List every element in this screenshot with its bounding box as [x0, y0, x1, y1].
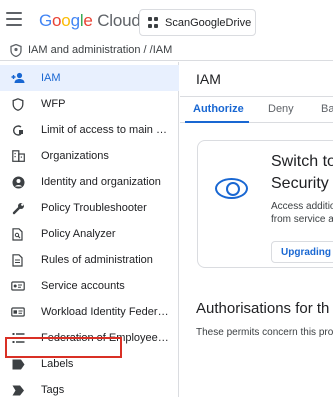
section-text: These permits concern this pro	[196, 327, 333, 338]
sidebar: IAM WFP Limit of access to main a... Org…	[0, 62, 179, 397]
logo-suffix: Cloud	[97, 11, 141, 30]
add-person-icon	[11, 71, 25, 85]
logo-letter: o	[61, 11, 71, 30]
sidebar-item-label: Labels	[41, 358, 74, 370]
sidebar-item-label: Organizations	[41, 150, 109, 162]
tag-icon	[11, 383, 25, 397]
project-icon	[148, 17, 159, 28]
logo-letter: G	[39, 11, 53, 30]
logo-letter: e	[83, 11, 93, 30]
sidebar-item-label: Tags	[41, 384, 65, 396]
tab-authorize[interactable]: Authorize	[193, 103, 244, 115]
shield-icon	[10, 43, 22, 57]
sidebar-item-policy-analyzer[interactable]: Policy Analyzer	[0, 221, 179, 247]
sidebar-item-label: WFP	[41, 98, 66, 110]
sidebar-item-label: Service accounts	[41, 280, 125, 292]
card-title: Switch to	[271, 153, 333, 170]
sidebar-item-label: IAM	[41, 72, 61, 84]
shield-icon	[11, 97, 25, 111]
id-card-icon	[11, 305, 25, 319]
sidebar-item-rules-administration[interactable]: Rules of administration	[0, 247, 179, 273]
google-cloud-logo[interactable]: Google Cloud	[39, 11, 141, 31]
sidebar-item-workload-identity[interactable]: Workload Identity Federat...	[0, 299, 179, 325]
highlight-box	[5, 337, 122, 358]
project-selector-button[interactable]: ScanGoogleDrive	[139, 9, 256, 36]
sidebar-item-label: Policy Analyzer	[41, 228, 116, 240]
hamburger-menu-icon[interactable]	[6, 12, 22, 26]
main-content: IAM Authorize Deny Ba Switch to Security…	[180, 62, 333, 397]
sidebar-item-wfp[interactable]: WFP	[0, 91, 179, 117]
section-title: Authorisations for th	[196, 300, 330, 317]
service-account-icon	[11, 279, 25, 293]
project-name: ScanGoogleDrive	[165, 16, 252, 29]
tab-bar: Authorize Deny Ba	[180, 96, 333, 123]
sidebar-item-iam[interactable]: IAM	[0, 65, 179, 91]
card-title: Security	[271, 175, 329, 192]
upgrade-card: Switch to Security Access additio from s…	[197, 140, 333, 268]
sidebar-item-identity-organization[interactable]: Identity and organization	[0, 169, 179, 195]
sidebar-item-label: Limit of access to main a...	[41, 124, 169, 136]
breadcrumb-text[interactable]: IAM and administration / /IAM	[28, 44, 172, 56]
sidebar-item-access-limit[interactable]: Limit of access to main a...	[0, 117, 179, 143]
access-limit-icon	[11, 123, 25, 137]
eye-icon	[215, 178, 248, 199]
tab-ba[interactable]: Ba	[321, 103, 333, 115]
sidebar-item-tags[interactable]: Tags	[0, 377, 179, 397]
card-text: from service a	[271, 214, 333, 225]
sidebar-item-organizations[interactable]: Organizations	[0, 143, 179, 169]
sidebar-item-label: Identity and organization	[41, 176, 161, 188]
tab-deny[interactable]: Deny	[268, 103, 294, 115]
breadcrumb: IAM and administration / /IAM	[0, 40, 333, 61]
document-icon	[11, 253, 25, 267]
label-icon	[11, 357, 25, 371]
card-text: Access additio	[271, 201, 333, 212]
account-circle-icon	[11, 175, 25, 189]
sidebar-item-label: Policy Troubleshooter	[41, 202, 147, 214]
top-bar: Google Cloud ScanGoogleDrive	[0, 0, 333, 40]
document-search-icon	[11, 227, 25, 241]
logo-letter: g	[70, 11, 80, 30]
sidebar-item-service-accounts[interactable]: Service accounts	[0, 273, 179, 299]
tab-active-indicator	[185, 121, 249, 123]
upgrade-button[interactable]: Upgrading	[271, 241, 333, 263]
logo-letter: o	[52, 11, 62, 30]
sidebar-item-policy-troubleshooter[interactable]: Policy Troubleshooter	[0, 195, 179, 221]
sidebar-item-label: Workload Identity Federat...	[41, 306, 169, 318]
building-icon	[11, 149, 25, 163]
sidebar-item-label: Rules of administration	[41, 254, 153, 266]
wrench-icon	[11, 201, 25, 215]
page-title: IAM	[196, 71, 221, 87]
